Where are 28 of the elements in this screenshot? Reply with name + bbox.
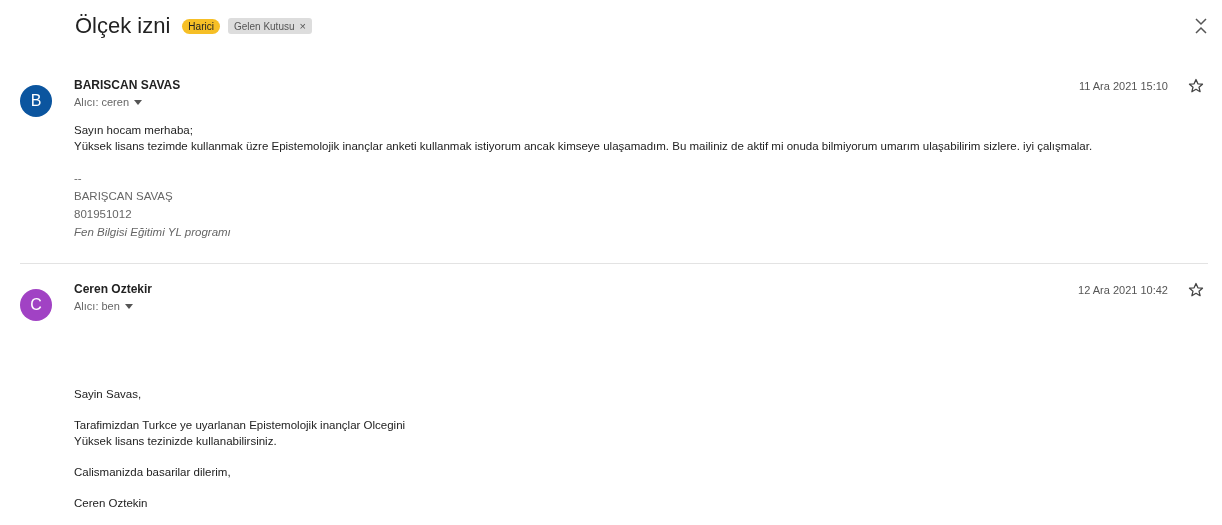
avatar: B [20,85,52,117]
signature-text: BARIŞCAN SAVAŞ [74,189,174,204]
recipient-toggle[interactable]: Alıcı: ceren [74,96,143,108]
body-text: Ceren Oztekin [74,496,149,511]
message-date: 12 Ara 2021 10:42 [1078,284,1168,296]
label-chip[interactable]: Gelen Kutusu × [227,18,312,34]
remove-icon[interactable]: × [299,20,306,32]
body-text: Sayin Savas, [74,387,143,402]
body-text: Tarafimizdan Turkce ye uyarlanan Epistemolojik inançlar Olcegini [74,418,407,433]
avatar: C [20,289,52,321]
sender-name: BARISCAN SAVAS [74,78,182,92]
caret-icon [134,99,143,105]
sender-name: Ceren Oztekir [74,282,154,296]
subject-title: Ölçek izni [75,13,171,39]
body-text: Yüksek lisans tezimde kullanmak üzre Epistemolojik inançlar anketi kullanmak istiyorum ancak kimseye ulaşamadım. Bu mailiniz de aktif mi onuda bilmiyorum umarım ulaşabilirim sizlere. iyi çalışmalar. [74,139,1094,154]
recipient-toggle[interactable]: Alıcı: ben [74,300,133,312]
caret-icon [124,303,133,309]
signature-text: -- [74,171,83,186]
label-chip[interactable]: Harici [182,18,220,34]
message-date: 11 Ara 2021 15:10 [1078,80,1168,92]
collapse-icon[interactable] [1194,16,1208,36]
star-icon[interactable] [1188,282,1204,298]
body-text: Sayın hocam merhaba; [74,123,194,138]
star-icon[interactable] [1188,78,1204,94]
body-text: Calismanizda basarilar dilerim, [74,465,232,480]
signature-text: 801951012 [74,207,133,222]
body-text: Yüksek lisans tezinizde kullanabilirsiniz. [74,434,278,449]
signature-text: Fen Bilgisi Eğitimi YL programı [74,225,232,240]
